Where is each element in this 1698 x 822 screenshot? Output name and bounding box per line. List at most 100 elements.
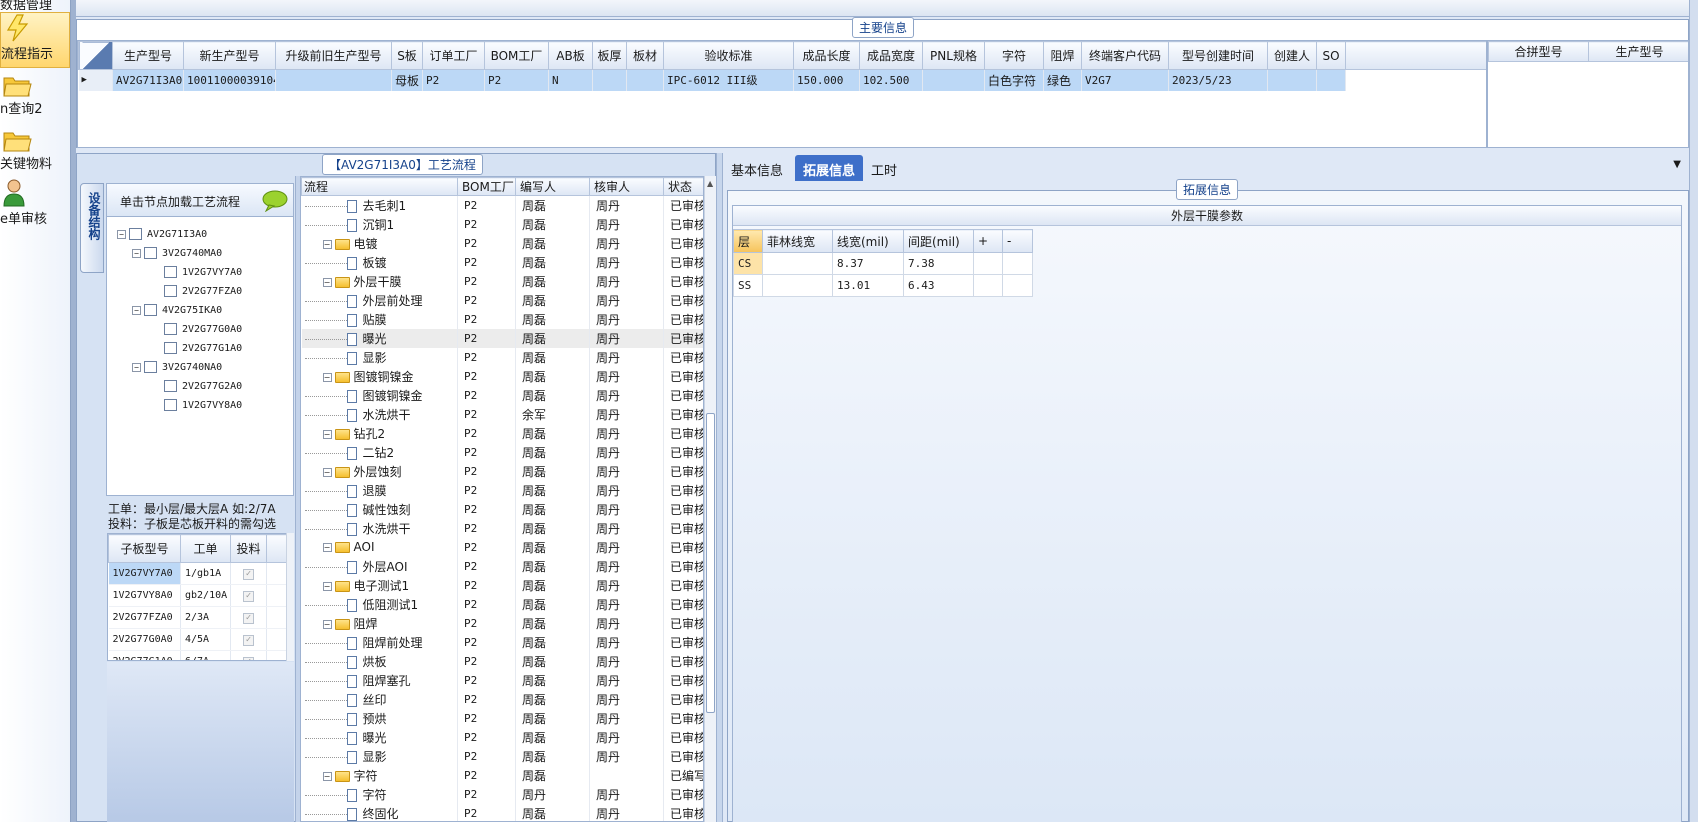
- table-row[interactable]: CS 8.37 7.38: [733, 252, 1033, 275]
- table-cell[interactable]: 余军: [515, 404, 590, 424]
- table-cell[interactable]: 2023/5/23: [1168, 69, 1268, 91]
- flow-step-cell[interactable]: 沉铜1: [301, 214, 458, 234]
- table-cell[interactable]: 已审核: [663, 347, 703, 367]
- table-cell[interactable]: 周磊: [515, 632, 590, 652]
- table-cell[interactable]: 周丹: [589, 423, 664, 443]
- table-cell[interactable]: P2: [457, 803, 516, 821]
- table-cell[interactable]: 周丹: [589, 290, 664, 310]
- column-header[interactable]: 验收标准: [663, 41, 794, 70]
- scroll-up-arrow-icon[interactable]: ▲: [707, 179, 713, 188]
- column-header[interactable]: 投料: [230, 534, 267, 563]
- table-cell[interactable]: 2/3A: [180, 606, 231, 629]
- table-cell[interactable]: 已审核: [663, 404, 703, 424]
- table-cell[interactable]: 周丹: [589, 461, 664, 481]
- table-cell[interactable]: 已审核: [663, 309, 703, 329]
- tree-node[interactable]: 2V2G77G1A0: [164, 342, 242, 354]
- expand-toggle-icon[interactable]: −: [322, 277, 332, 287]
- table-cell[interactable]: 周磊: [515, 727, 590, 747]
- column-header[interactable]: 生产型号: [1588, 41, 1688, 62]
- table-cell[interactable]: 1V2G7VY8A0: [108, 584, 181, 607]
- tab-extended-info[interactable]: 拓展信息: [795, 155, 864, 181]
- table-cell[interactable]: P2: [457, 404, 516, 424]
- nav-item-key-materials[interactable]: 关键物料: [0, 127, 70, 177]
- expand-toggle-icon[interactable]: −: [322, 429, 332, 439]
- expand-toggle-icon[interactable]: −: [132, 362, 141, 372]
- column-header[interactable]: PNL规格: [922, 41, 985, 70]
- table-row[interactable]: 板镀 P2 周磊 周丹 已审核: [301, 252, 703, 272]
- table-row[interactable]: 退膜 P2 周磊 周丹 已审核: [301, 480, 703, 500]
- table-cell[interactable]: 周丹: [589, 632, 664, 652]
- tree-node[interactable]: 2V2G77G2A0: [164, 380, 242, 392]
- tree-node[interactable]: 2V2G77G0A0: [164, 323, 242, 335]
- table-row[interactable]: − 外层蚀刻 P2 周磊 周丹 已审核: [301, 461, 703, 481]
- table-cell[interactable]: P2: [457, 290, 516, 310]
- speech-bubble-icon[interactable]: [261, 190, 289, 212]
- table-cell[interactable]: 6/7A: [180, 650, 231, 660]
- table-cell[interactable]: 周磊: [515, 518, 590, 538]
- table-cell[interactable]: V2G7: [1081, 69, 1169, 91]
- table-cell[interactable]: 周磊: [515, 461, 590, 481]
- table-cell[interactable]: P2: [457, 423, 516, 443]
- column-header[interactable]: 字符: [984, 41, 1044, 70]
- table-cell[interactable]: 周丹: [589, 727, 664, 747]
- flow-step-cell[interactable]: 碱性蚀刻: [301, 499, 458, 519]
- expand-toggle-icon[interactable]: −: [132, 248, 141, 258]
- table-cell[interactable]: 已审核: [663, 727, 703, 747]
- table-cell[interactable]: P2: [457, 499, 516, 519]
- table-cell[interactable]: P2: [422, 69, 485, 91]
- table-cell[interactable]: [973, 274, 1003, 297]
- table-cell[interactable]: 2V2G77G0A0: [108, 628, 181, 651]
- table-row[interactable]: 1V2G7VY7A0 1/gb1A ✓: [108, 562, 291, 585]
- table-cell[interactable]: [762, 252, 833, 275]
- table-row[interactable]: 碱性蚀刻 P2 周磊 周丹 已审核: [301, 499, 703, 519]
- table-cell[interactable]: 周丹: [589, 252, 664, 272]
- column-header[interactable]: 成品长度: [793, 41, 860, 70]
- column-header[interactable]: 成品宽度: [859, 41, 923, 70]
- expand-toggle-icon[interactable]: −: [322, 543, 332, 552]
- table-cell[interactable]: [922, 69, 985, 91]
- table-cell[interactable]: [1267, 69, 1317, 91]
- table-row[interactable]: 阻焊前处理 P2 周磊 周丹 已审核: [301, 632, 703, 652]
- tree-node[interactable]: − AV2G71I3A0: [117, 228, 207, 240]
- table-cell[interactable]: [1002, 252, 1033, 275]
- table-cell[interactable]: 周丹: [589, 499, 664, 519]
- table-row[interactable]: − 电镀 P2 周磊 周丹 已审核: [301, 233, 703, 253]
- table-cell[interactable]: P2: [457, 214, 516, 234]
- table-row[interactable]: − 图镀铜镍金 P2 周磊 周丹 已审核: [301, 366, 703, 386]
- table-cell[interactable]: 已审核: [663, 328, 703, 348]
- table-cell[interactable]: 周丹: [589, 708, 664, 728]
- table-cell[interactable]: P2: [457, 195, 516, 215]
- table-cell[interactable]: 已审核: [663, 784, 703, 804]
- table-cell[interactable]: 周丹: [589, 651, 664, 671]
- table-cell[interactable]: 母板: [391, 69, 423, 91]
- table-cell[interactable]: ✓: [230, 562, 267, 585]
- table-cell[interactable]: 150.000: [793, 69, 860, 91]
- table-cell[interactable]: 周磊: [515, 442, 590, 462]
- table-cell[interactable]: P2: [457, 518, 516, 538]
- table-row[interactable]: 阻焊塞孔 P2 周磊 周丹 已审核: [301, 670, 703, 690]
- expand-toggle-icon[interactable]: −: [132, 305, 141, 315]
- add-button[interactable]: +: [973, 229, 1003, 253]
- column-header[interactable]: 层: [733, 229, 763, 253]
- table-cell[interactable]: CS: [733, 252, 763, 275]
- column-header[interactable]: 阻焊: [1043, 41, 1082, 70]
- table-cell[interactable]: 周丹: [589, 689, 664, 709]
- table-row[interactable]: 水洗烘干 P2 周磊 周丹 已审核: [301, 518, 703, 538]
- table-cell[interactable]: P2: [484, 69, 549, 91]
- table-cell[interactable]: 绿色: [1043, 69, 1082, 91]
- flow-step-cell[interactable]: 外层AOI: [301, 556, 458, 576]
- table-cell[interactable]: ✓: [230, 628, 267, 651]
- table-cell[interactable]: [592, 69, 627, 91]
- table-cell[interactable]: P2: [457, 670, 516, 690]
- table-row[interactable]: 低阻测试1 P2 周磊 周丹 已审核: [301, 594, 703, 614]
- table-cell[interactable]: 已审核: [663, 290, 703, 310]
- table-cell[interactable]: 已审核: [663, 575, 703, 595]
- table-cell[interactable]: 1V2G7VY7A0: [108, 562, 181, 585]
- table-row[interactable]: 贴膜 P2 周磊 周丹 已审核: [301, 309, 703, 329]
- flow-step-cell[interactable]: 去毛刺1: [301, 195, 458, 215]
- table-row[interactable]: 终固化 P2 周磊 周丹 已审核: [301, 803, 703, 821]
- check-icon[interactable]: ✓: [243, 656, 254, 660]
- table-cell[interactable]: 周丹: [589, 442, 664, 462]
- column-header[interactable]: 升级前旧生产型号: [275, 41, 392, 70]
- table-cell[interactable]: P2: [457, 727, 516, 747]
